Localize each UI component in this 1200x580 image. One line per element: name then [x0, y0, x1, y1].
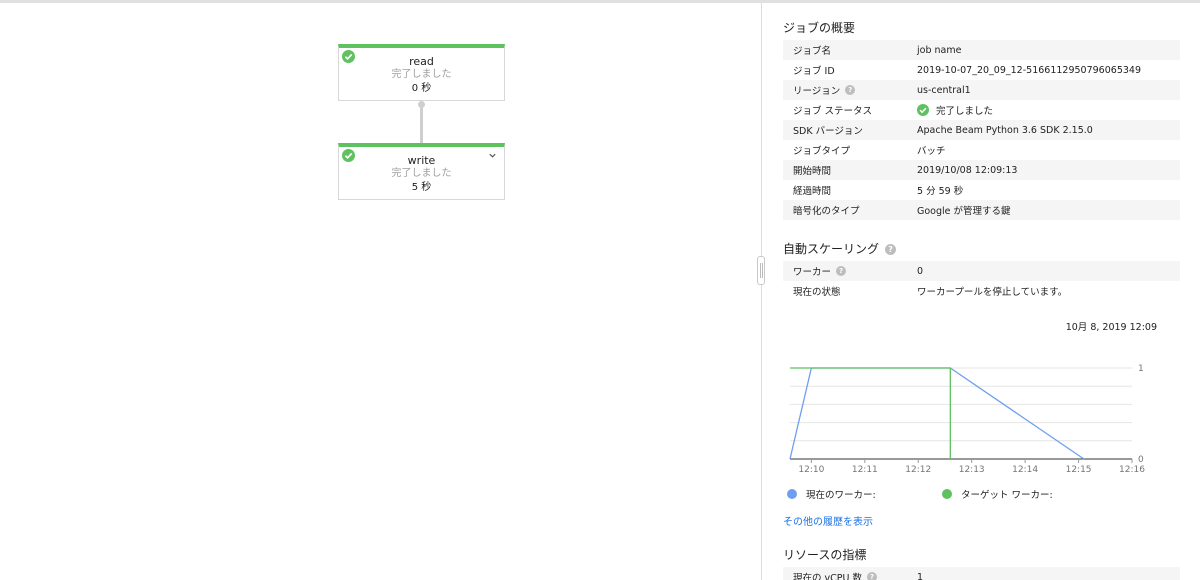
table-row: SDK バージョン Apache Beam Python 3.6 SDK 2.1… — [783, 120, 1180, 140]
row-label: 経過時間 — [793, 186, 832, 197]
table-row: ジョブ ステータス 完了しました — [783, 100, 1180, 120]
chevron-down-icon[interactable] — [488, 151, 497, 160]
graph-step-write[interactable]: write 完了しました 5 秒 — [338, 143, 505, 200]
row-value: 2019/10/08 12:09:13 — [917, 164, 1018, 176]
check-circle-icon — [342, 149, 355, 162]
step-name: write — [407, 154, 436, 167]
step-connector — [420, 104, 423, 143]
row-value-wrap: 完了しました — [917, 103, 1180, 117]
row-value: 0 — [917, 265, 924, 277]
step-status: 完了しました — [391, 168, 452, 179]
resources-table: 現在の vCPU 数? 1 — [783, 567, 1180, 580]
job-status-value: 完了しました — [936, 106, 994, 117]
row-value: ワーカープールを停止しています。 — [917, 287, 1068, 298]
graph-step-read[interactable]: read 完了しました 0 秒 — [338, 44, 505, 101]
legend-item-target: ターゲット ワーカー: — [942, 487, 1053, 501]
x-tick-label: 12:15 — [1066, 465, 1092, 475]
autoscaling-title-wrap: 自動スケーリング? — [783, 240, 897, 257]
job-info-panel: ジョブの概要 ジョブ名 job name ジョブ ID 2019-10-07_2… — [762, 3, 1200, 580]
row-label-wrap: 現在の vCPU 数? — [783, 570, 917, 580]
legend-dot-target — [942, 489, 952, 499]
row-value: 5 分 59 秒 — [917, 186, 964, 197]
help-icon[interactable]: ? — [866, 572, 877, 580]
table-row: ジョブ ID 2019-10-07_20_09_12-5166112950796… — [783, 60, 1180, 80]
legend-item-current: 現在のワーカー: — [787, 487, 876, 501]
row-label: リージョン — [793, 86, 841, 97]
legend-dot-current — [787, 489, 797, 499]
table-row: 暗号化のタイプ Google が管理する鍵 — [783, 200, 1180, 220]
series-line-current-workers — [789, 367, 1085, 460]
help-icon[interactable]: ? — [836, 266, 847, 276]
job-summary-title: ジョブの概要 — [783, 21, 856, 35]
help-icon[interactable]: ? — [845, 85, 856, 95]
table-row: リージョン? us-central1 — [783, 80, 1180, 100]
row-value: job name — [917, 44, 962, 56]
table-row: ワーカー? 0 — [783, 261, 1180, 281]
row-value: バッチ — [917, 146, 946, 157]
table-row: 現在の状態 ワーカープールを停止しています。 — [783, 281, 1180, 301]
row-value: 1 — [917, 571, 924, 580]
row-label: ジョブ ID — [793, 66, 835, 77]
row-label: 現在の状態 — [793, 287, 841, 298]
step-name: read — [409, 55, 434, 68]
row-label: ジョブ名 — [793, 46, 832, 57]
table-row: 経過時間 5 分 59 秒 — [783, 180, 1180, 200]
row-value: Apache Beam Python 3.6 SDK 2.15.0 — [917, 124, 1093, 136]
legend-label-target: ターゲット ワーカー: — [961, 490, 1053, 501]
x-tick-label: 12:10 — [798, 465, 824, 475]
step-duration: 5 秒 — [411, 182, 432, 193]
series-line-target-workers — [790, 367, 951, 459]
row-label-wrap: リージョン? — [783, 83, 917, 97]
view-more-history-link[interactable]: その他の履歴を表示 — [783, 513, 873, 528]
row-value: Google が管理する鍵 — [917, 206, 1011, 217]
table-row: ジョブ名 job name — [783, 40, 1180, 60]
x-tick-label: 12:16 — [1119, 465, 1145, 475]
row-label: ワーカー — [793, 267, 832, 278]
row-label: ジョブ ステータス — [793, 106, 873, 117]
x-tick-label: 12:11 — [852, 465, 878, 475]
check-circle-icon — [342, 50, 355, 63]
row-label-wrap: ワーカー? — [783, 264, 917, 278]
job-summary-table: ジョブ名 job name ジョブ ID 2019-10-07_20_09_12… — [783, 40, 1180, 220]
table-row: 現在の vCPU 数? 1 — [783, 567, 1180, 580]
x-tick-label: 12:14 — [1012, 465, 1038, 475]
autoscaling-title: 自動スケーリング — [783, 242, 880, 256]
step-status: 完了しました — [391, 69, 452, 80]
check-circle-icon — [917, 104, 929, 116]
x-tick-label: 12:12 — [905, 465, 931, 475]
row-value: 2019-10-07_20_09_12-5166112950796065349 — [917, 64, 1141, 76]
legend-label-current: 現在のワーカー: — [806, 490, 876, 501]
row-value: us-central1 — [917, 84, 971, 96]
y-tick-label: 1 — [1138, 364, 1144, 374]
table-row: 開始時間 2019/10/08 12:09:13 — [783, 160, 1180, 180]
row-label: 開始時間 — [793, 166, 832, 177]
step-connector-port — [418, 101, 425, 108]
autoscaling-table: ワーカー? 0 現在の状態 ワーカープールを停止しています。 — [783, 261, 1180, 301]
row-label: 現在の vCPU 数 — [793, 573, 862, 580]
chart-timestamp: 10月 8, 2019 12:09 — [1065, 322, 1157, 333]
x-tick-label: 12:13 — [959, 465, 985, 475]
row-label: SDK バージョン — [793, 126, 863, 137]
worker-history-chart[interactable]: 12:10 12:11 12:12 12:13 12:14 12:15 12:160 1 — [782, 359, 1162, 479]
row-label: 暗号化のタイプ — [793, 206, 860, 217]
y-tick-label: 0 — [1138, 455, 1144, 465]
step-duration: 0 秒 — [411, 83, 432, 94]
row-label: ジョブタイプ — [793, 146, 851, 157]
table-row: ジョブタイプ バッチ — [783, 140, 1180, 160]
help-icon[interactable]: ? — [885, 244, 897, 255]
resources-title: リソースの指標 — [783, 548, 867, 562]
